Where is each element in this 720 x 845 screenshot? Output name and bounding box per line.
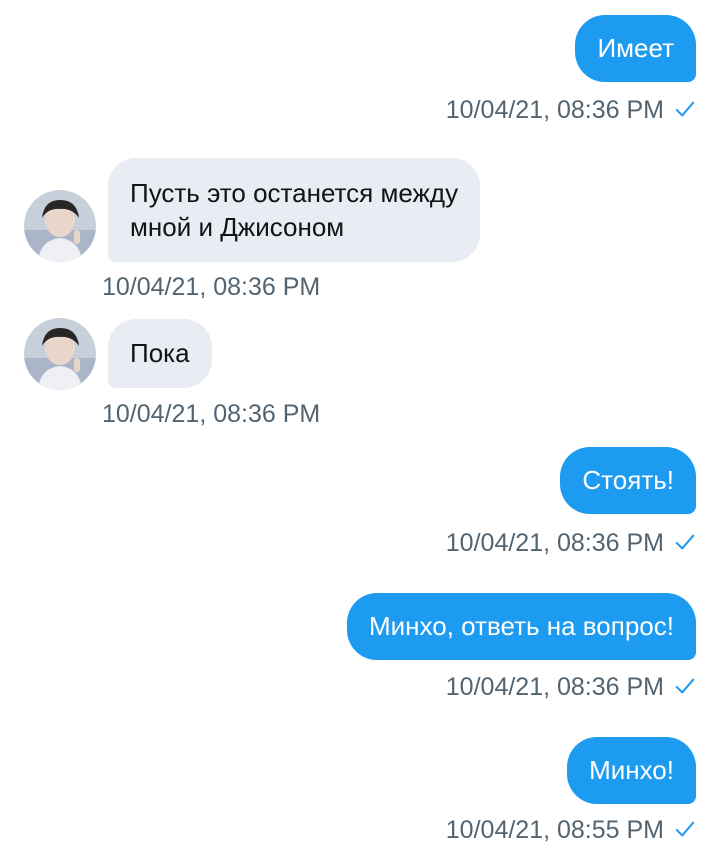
message-text-line: Пусть это останется между xyxy=(130,178,459,208)
avatar[interactable] xyxy=(24,190,96,262)
message-thread[interactable]: Имеет 10/04/21, 08:36 PM Пусть это остан… xyxy=(0,0,720,844)
incoming-message-bubble[interactable]: Пока xyxy=(108,319,212,388)
message-timestamp: 10/04/21, 08:36 PM xyxy=(102,400,321,428)
message-timestamp-row: 10/04/21, 08:55 PM xyxy=(446,815,696,845)
outgoing-message-bubble[interactable]: Стоять! xyxy=(560,447,696,514)
message-timestamp: 10/04/21, 08:36 PM xyxy=(445,96,664,124)
message-timestamp-row: 10/04/21, 08:36 PM xyxy=(446,528,696,558)
message-text: Стоять! xyxy=(582,465,674,495)
avatar-image xyxy=(24,318,96,390)
message-timestamp: 10/04/21, 08:55 PM xyxy=(445,816,664,844)
incoming-message-bubble[interactable]: Пусть это останется между мной и Джисоно… xyxy=(108,158,481,262)
check-icon xyxy=(675,821,695,837)
check-icon xyxy=(675,101,695,117)
avatar-image xyxy=(24,190,96,262)
outgoing-message-bubble[interactable]: Минхо! xyxy=(567,737,696,804)
message-text-line: мной и Джисоном xyxy=(130,212,345,242)
outgoing-message-bubble[interactable]: Минхо, ответь на вопрос! xyxy=(347,593,696,660)
check-icon xyxy=(675,678,695,694)
message-timestamp: 10/04/21, 08:36 PM xyxy=(445,673,664,701)
message-text: Минхо, ответь на вопрос! xyxy=(369,611,674,641)
message-timestamp-row: 10/04/21, 08:36 PM xyxy=(102,399,320,429)
avatar[interactable] xyxy=(24,318,96,390)
message-timestamp: 10/04/21, 08:36 PM xyxy=(445,529,664,557)
message-timestamp-row: 10/04/21, 08:36 PM xyxy=(102,272,320,302)
message-timestamp-row: 10/04/21, 08:36 PM xyxy=(446,672,696,702)
message-text: Имеет xyxy=(597,33,674,63)
outgoing-message-bubble[interactable]: Имеет xyxy=(575,15,696,82)
message-timestamp: 10/04/21, 08:36 PM xyxy=(102,273,321,301)
message-text: Пока xyxy=(130,338,190,368)
message-timestamp-row: 10/04/21, 08:36 PM xyxy=(446,95,696,125)
message-text: Минхо! xyxy=(589,755,674,785)
check-icon xyxy=(675,534,695,550)
